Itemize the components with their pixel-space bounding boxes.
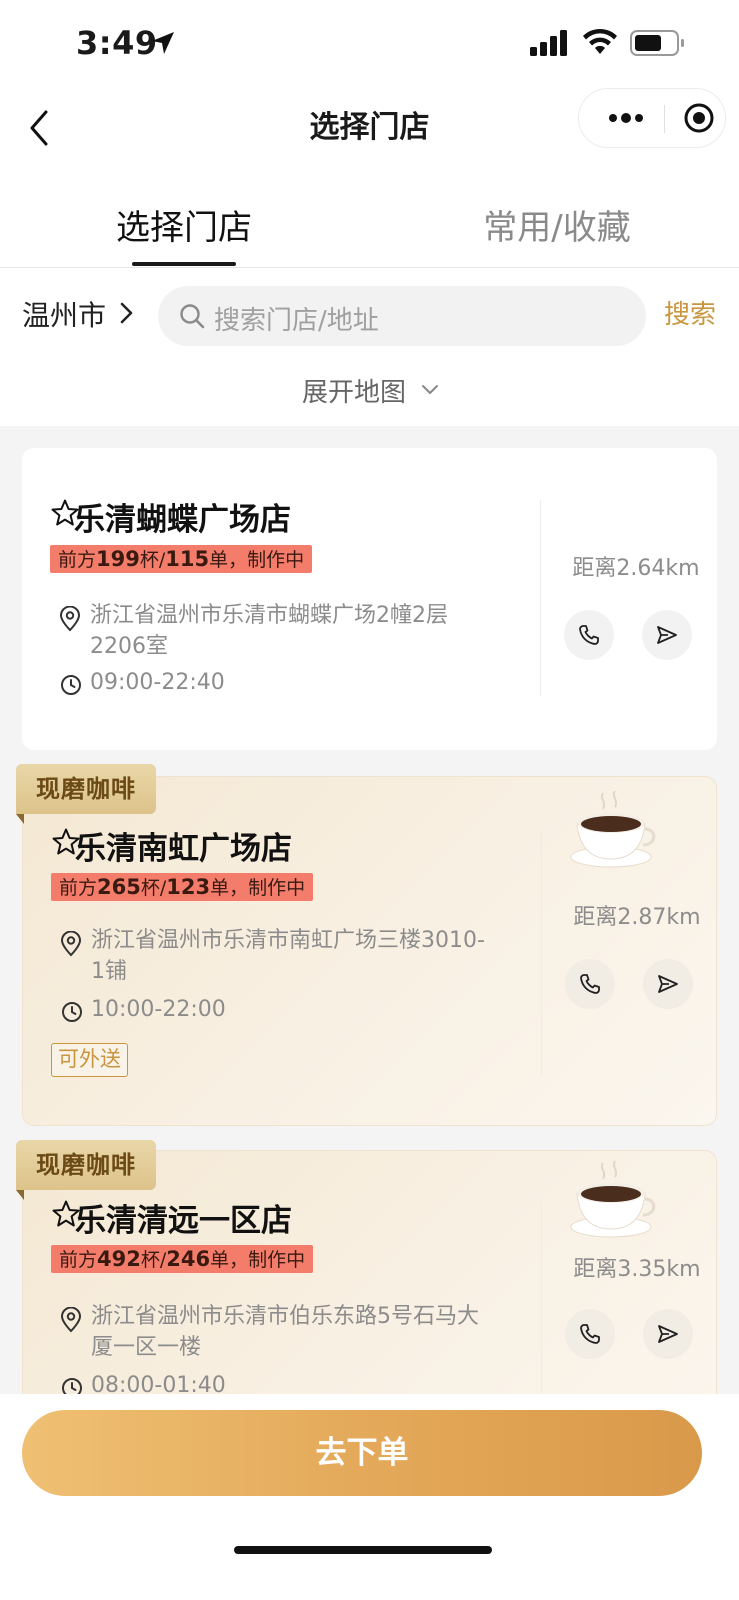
miniapp-capsule <box>578 88 726 148</box>
send-arrow-icon <box>658 975 678 993</box>
store-distance: 距离2.87km <box>573 905 701 930</box>
queue-badge: 前方492杯/246单，制作中 <box>51 1245 314 1273</box>
delivery-tag: 可外送 <box>51 1043 128 1077</box>
navigate-button[interactable] <box>642 610 692 660</box>
ribbon-fold <box>16 1190 24 1200</box>
more-dots-icon <box>609 113 643 123</box>
send-arrow-icon <box>658 1325 678 1343</box>
store-card[interactable]: 乐清南虹广场店 前方265杯/123单，制作中 浙江省温州市乐清市南虹广场三楼3… <box>22 776 717 1126</box>
status-bar: 3:49 <box>0 0 739 86</box>
active-tab-indicator <box>132 262 236 266</box>
card-divider <box>541 1203 542 1403</box>
search-row: 温州市 搜索门店/地址 搜索 <box>0 268 739 360</box>
search-button[interactable]: 搜索 <box>664 294 716 331</box>
store-address: 浙江省温州市乐清市伯乐东路5号石马大厦一区一楼 <box>91 1304 479 1360</box>
phone-icon <box>580 1324 600 1344</box>
nav-bar: 选择门店 <box>0 86 739 178</box>
target-icon <box>684 103 714 133</box>
tab-favorites[interactable]: 常用/收藏 <box>474 200 640 249</box>
fresh-coffee-ribbon: 现磨咖啡 <box>16 764 156 814</box>
bottom-bar: 去下单 <box>0 1394 739 1600</box>
card-divider <box>540 500 541 696</box>
queue-badge: 前方265杯/123单，制作中 <box>51 873 314 901</box>
navigate-button[interactable] <box>643 959 693 1009</box>
store-address: 浙江省温州市乐清市蝴蝶广场2幢2层2206室 <box>90 603 448 659</box>
search-input[interactable]: 搜索门店/地址 <box>158 286 646 346</box>
store-tabs: 选择门店 常用/收藏 <box>0 178 739 268</box>
search-placeholder: 搜索门店/地址 <box>214 306 379 336</box>
location-arrow-icon <box>152 32 174 54</box>
clock-icon <box>61 675 81 695</box>
battery-icon <box>630 30 684 56</box>
clock-icon <box>62 1002 82 1022</box>
home-indicator <box>234 1546 492 1554</box>
card-divider <box>541 829 542 1077</box>
send-arrow-icon <box>657 626 677 644</box>
call-button[interactable] <box>565 959 615 1009</box>
store-distance: 距离3.35km <box>573 1257 701 1282</box>
tab-select-store[interactable]: 选择门店 <box>110 200 258 249</box>
store-hours: 09:00-22:40 <box>90 670 225 695</box>
store-hours: 10:00-22:00 <box>91 997 226 1022</box>
search-icon <box>180 304 205 329</box>
navigate-button[interactable] <box>643 1309 693 1359</box>
cellular-signal-icon <box>530 30 567 56</box>
phone-icon <box>580 974 600 994</box>
close-miniapp-button[interactable] <box>671 89 727 147</box>
location-pin-icon <box>60 931 82 957</box>
store-name: 乐清清远一区店 <box>75 1203 292 1239</box>
chevron-right-icon[interactable] <box>118 300 136 326</box>
more-button[interactable] <box>597 89 655 147</box>
status-time: 3:49 <box>76 24 158 62</box>
chevron-down-icon <box>422 385 438 394</box>
queue-badge: 前方199杯/115单，制作中 <box>50 545 313 573</box>
store-distance: 距离2.64km <box>572 556 700 581</box>
phone-icon <box>579 625 599 645</box>
call-button[interactable] <box>564 610 614 660</box>
store-address: 浙江省温州市乐清市南虹广场三楼3010-1铺 <box>91 928 485 984</box>
call-button[interactable] <box>565 1309 615 1359</box>
wifi-icon <box>583 28 617 54</box>
ribbon-fold <box>16 814 24 824</box>
store-name: 乐清蝴蝶广场店 <box>74 502 291 538</box>
fresh-coffee-ribbon: 现磨咖啡 <box>16 1140 156 1190</box>
coffee-cup-icon <box>570 790 656 868</box>
store-card[interactable]: 乐清蝴蝶广场店 前方199杯/115单，制作中 浙江省温州市乐清市蝴蝶广场2幢2… <box>22 448 717 750</box>
location-pin-icon <box>59 606 81 632</box>
city-selector[interactable]: 温州市 <box>22 294 106 334</box>
expand-map-label: 展开地图 <box>302 378 407 408</box>
coffee-cup-icon <box>570 1160 656 1238</box>
expand-map-toggle[interactable]: 展开地图 <box>0 360 739 426</box>
capsule-divider <box>664 105 665 133</box>
store-name: 乐清南虹广场店 <box>75 831 292 867</box>
place-order-button[interactable]: 去下单 <box>22 1410 702 1496</box>
location-pin-icon <box>60 1307 82 1333</box>
